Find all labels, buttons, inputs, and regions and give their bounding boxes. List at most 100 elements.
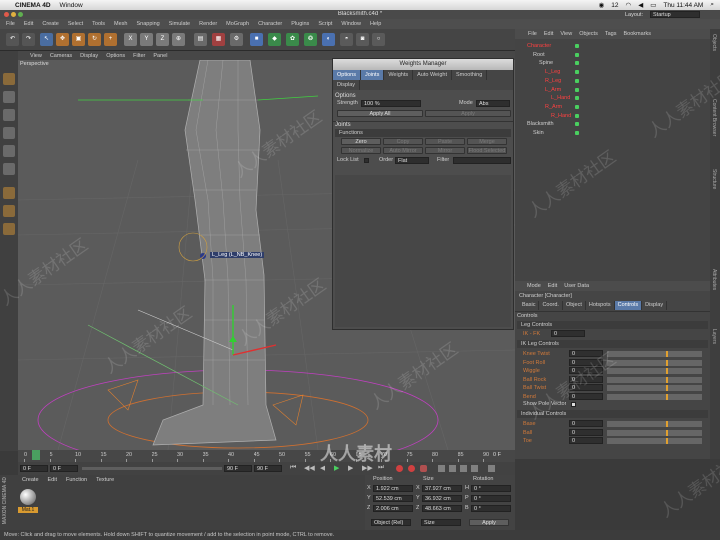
rotation-field[interactable]: 0 ° xyxy=(471,495,511,502)
object-menu-tags[interactable]: Tags xyxy=(605,31,617,37)
playhead[interactable] xyxy=(32,450,40,460)
attr-tab-object[interactable]: Object xyxy=(563,301,586,310)
function-merge-button[interactable]: Merge xyxy=(467,138,507,145)
scale-tool-icon[interactable]: ▣ xyxy=(72,33,85,46)
visibility-check-icon[interactable] xyxy=(575,44,579,48)
status-icon[interactable]: ◉ xyxy=(599,1,605,9)
attributes-menu-mode[interactable]: Mode xyxy=(527,283,541,289)
redo-icon[interactable]: ↷ xyxy=(22,33,35,46)
coordinate-system-icon[interactable]: ⊕ xyxy=(172,33,185,46)
subdivision-icon[interactable]: ◆ xyxy=(268,33,281,46)
apply-button[interactable]: Apply xyxy=(425,110,511,117)
attr-tab-coord[interactable]: Coord. xyxy=(539,301,563,310)
size-field[interactable]: 48.663 cm xyxy=(422,505,462,512)
apply-all-button[interactable]: Apply All xyxy=(337,110,423,117)
attr-tab-hotspots[interactable]: Hotspots xyxy=(586,301,615,310)
menu-script[interactable]: Script xyxy=(318,21,332,27)
functions-heading[interactable]: Functions xyxy=(335,129,511,137)
viewport-menu-display[interactable]: Display xyxy=(80,53,98,59)
rotation-field[interactable]: 0 ° xyxy=(471,485,511,492)
tab-smoothing[interactable]: Smoothing xyxy=(452,70,488,80)
joint-list[interactable] xyxy=(335,175,511,327)
attr-tab-display[interactable]: Display xyxy=(642,301,668,310)
visibility-check-icon[interactable] xyxy=(575,70,579,75)
menu-plugins[interactable]: Plugins xyxy=(291,21,309,27)
function-normalize-button[interactable]: Normalize xyxy=(341,147,381,154)
texture-mode-icon[interactable] xyxy=(3,91,15,103)
param-key-icon[interactable] xyxy=(471,465,478,472)
app-menu[interactable]: CINEMA 4D xyxy=(15,2,51,9)
position-field[interactable]: 1.922 cm xyxy=(373,485,413,492)
param-slider[interactable] xyxy=(607,359,702,366)
object-row[interactable]: Character xyxy=(527,42,551,50)
menu-edit[interactable]: Edit xyxy=(24,21,33,27)
object-menu-objects[interactable]: Objects xyxy=(579,31,598,37)
object-row[interactable]: Root xyxy=(533,51,545,59)
make-editable-icon[interactable] xyxy=(3,73,15,85)
rotate-tool-icon[interactable]: ↻ xyxy=(88,33,101,46)
zoom-window-button[interactable] xyxy=(18,12,23,17)
search-icon[interactable]: ⌕ xyxy=(710,1,714,9)
material-ball[interactable] xyxy=(20,489,36,505)
function-auto-mirror-button[interactable]: Auto Mirror xyxy=(383,147,423,154)
timeline-menu-icon[interactable] xyxy=(488,465,495,472)
tab-options[interactable]: Options xyxy=(333,70,361,80)
position-key-icon[interactable] xyxy=(438,465,445,472)
prev-key-icon[interactable]: ◀◀ xyxy=(304,464,315,472)
tab-display[interactable]: Display xyxy=(333,80,361,90)
object-row[interactable]: L_Hand xyxy=(551,94,570,102)
position-field[interactable]: 2.006 cm xyxy=(373,505,413,512)
live-selection-icon[interactable]: ↖ xyxy=(40,33,53,46)
param-slider[interactable] xyxy=(607,376,702,383)
menu-snapping[interactable]: Snapping xyxy=(136,21,159,27)
function-copy-button[interactable]: Copy xyxy=(383,138,423,145)
side-tab-layers[interactable]: Layers xyxy=(711,329,717,344)
param-field[interactable]: 0 xyxy=(569,428,603,436)
visibility-check-icon[interactable] xyxy=(575,96,579,101)
size-field[interactable]: 36.932 cm xyxy=(422,495,462,502)
workplane-icon[interactable] xyxy=(3,205,15,217)
render-picture-viewer-icon[interactable]: ▦ xyxy=(212,33,225,46)
wifi-icon[interactable]: ◠ xyxy=(626,1,632,9)
next-frame-icon[interactable]: ▶ xyxy=(348,464,353,472)
attributes-menu-edit[interactable]: Edit xyxy=(548,283,557,289)
cube-icon[interactable]: ■ xyxy=(250,33,263,46)
param-slider[interactable] xyxy=(607,394,702,400)
object-row[interactable]: R_Arm xyxy=(545,103,562,111)
menu-window[interactable]: Window xyxy=(341,21,361,27)
z-axis-icon[interactable]: Z xyxy=(156,33,169,46)
prev-frame-icon[interactable]: ◀ xyxy=(320,464,325,472)
menu-tools[interactable]: Tools xyxy=(92,21,105,27)
window-menu[interactable]: Window xyxy=(60,2,83,9)
visibility-check-icon[interactable] xyxy=(575,131,579,135)
rotation-key-icon[interactable] xyxy=(460,465,467,472)
attr-tab-controls[interactable]: Controls xyxy=(614,301,643,310)
object-row[interactable]: Spine xyxy=(539,59,553,67)
viewport-menu-cameras[interactable]: Cameras xyxy=(50,53,72,59)
start-frame-field[interactable]: 0 F xyxy=(20,465,48,472)
material-name[interactable]: Mat.1 xyxy=(18,507,38,513)
y-axis-icon[interactable]: Y xyxy=(140,33,153,46)
goto-start-icon[interactable]: ⏮ xyxy=(290,464,296,472)
minimize-window-button[interactable] xyxy=(11,12,16,17)
layout-select[interactable]: Startup xyxy=(650,11,700,18)
tab-joints[interactable]: Joints xyxy=(360,70,385,80)
side-tab-content-browser[interactable]: Content Browser xyxy=(711,99,717,136)
battery-icon[interactable]: ▭ xyxy=(650,1,656,9)
tab-weights[interactable]: Weights xyxy=(384,70,414,80)
record-icon[interactable] xyxy=(396,465,403,472)
mode-select[interactable]: Abs xyxy=(476,100,510,107)
play-icon[interactable]: ▶ xyxy=(334,464,339,472)
visibility-check-icon[interactable] xyxy=(575,113,579,118)
next-key-icon[interactable]: ▶▶ xyxy=(362,464,373,472)
volume-icon[interactable]: ◀ xyxy=(638,1,643,9)
menu-select[interactable]: Select xyxy=(68,21,83,27)
clock[interactable]: Thu 11:44 AM xyxy=(663,2,703,9)
points-mode-icon[interactable] xyxy=(3,109,15,121)
visibility-check-icon[interactable] xyxy=(575,52,579,57)
keyframe-selection-icon[interactable] xyxy=(420,465,427,472)
preview-range-slider[interactable] xyxy=(82,467,222,470)
object-menu-bookmarks[interactable]: Bookmarks xyxy=(623,31,651,37)
preview-start-field[interactable]: 0 F xyxy=(50,465,78,472)
object-row[interactable]: R_Leg xyxy=(545,77,561,85)
